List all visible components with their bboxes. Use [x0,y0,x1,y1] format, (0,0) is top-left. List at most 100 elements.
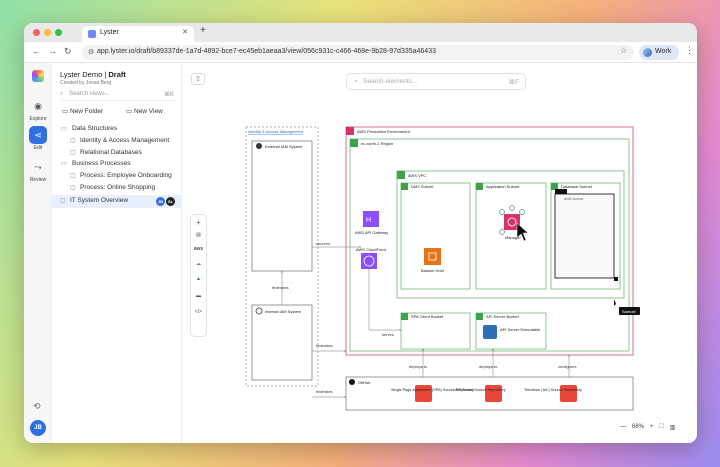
bastion-host-icon[interactable] [424,248,441,265]
architecture-diagram: Identity & Access Management External IA… [245,126,640,411]
edge-label: federates [316,343,333,348]
back-icon[interactable]: ← [32,46,41,56]
sidebar-actions: ▭ New Folder ▭ New View [60,107,176,119]
app-rail: ◉ Explore ⋖ Edit ⤳ Review ⟲ JB [24,63,52,443]
resize-handle[interactable] [614,277,618,281]
aws-env-label: AWS Production Environment [357,129,411,134]
new-folder-label: New Folder [69,108,104,115]
new-view-button[interactable]: ▭ New View [126,107,163,115]
aws-aurora[interactable] [554,193,615,279]
vpc-icon [397,171,405,179]
forward-icon[interactable]: → [48,46,57,56]
branch-icon: ⤳ [34,161,42,172]
dmz-subnet[interactable] [400,182,471,290]
subnet-lock-icon [551,183,558,190]
diagram-canvas[interactable]: ▯ ⌕ Search elements... ⌘F + ▤ aws ☁ ▲ ▬ … [183,63,697,443]
profile-label: Work [655,48,672,55]
tree-view-online-shopping[interactable]: ▢ Process: Online Shopping [52,183,182,194]
cloudfront-label: AWS CloudFront [356,247,387,252]
tree-view-employee-onboarding[interactable]: ▢ Process: Employee Onboarding [52,171,182,182]
collaborator-avatar: JB [156,197,165,206]
edge-label: configures [558,364,576,369]
new-view-label: New View [133,108,163,115]
region-flag-icon [350,139,358,147]
tree-item-label: Data Structures [72,125,118,132]
region-label: eu-north-1 Region [361,141,393,146]
external-iam-label: External IAM System [265,144,303,149]
edit-label: Edit [33,145,43,151]
tree-folder-data-structures[interactable]: ▭ Data Structures [52,124,182,135]
search-icon: ⌕ [60,91,64,97]
edge-label: secures [316,241,330,246]
folder-plus-icon: ▭ [62,108,69,115]
maximize-window-button[interactable] [55,29,62,36]
review-label: Review [29,177,47,183]
history-icon[interactable]: ⟲ [33,401,41,412]
address-bar-row: ← → ↻ ⚙ app.lyster.io/draft/b89337de-1a7… [24,42,697,63]
zoom-out-icon[interactable]: — [620,424,626,430]
search-views-input[interactable]: ⌕ Search views... ⌘K [60,89,176,101]
close-icon[interactable]: ✕ [182,28,188,36]
browser-menu-icon[interactable]: ⋮ [685,45,694,56]
shield-icon [256,143,262,149]
project-status: Draft [108,70,126,79]
edge-serves[interactable] [368,269,402,331]
anchor-handle[interactable] [519,209,525,215]
profile-button[interactable]: Work [639,45,679,60]
api-server-exec-icon[interactable] [483,325,497,339]
vpc-label: AWS VPC [408,173,426,178]
profile-avatar [643,48,652,57]
spa-bucket-label: SPA Client Bucket [411,314,444,319]
tree-view-it-system-overview[interactable]: ▢ IT System Overview JB SL [52,195,182,208]
share-nodes-icon: ⋖ [34,129,42,140]
minimize-window-button[interactable] [44,29,51,36]
api-repo-label: API Server Source Repository [455,388,506,392]
reload-icon[interactable]: ↻ [64,46,72,57]
anchor-handle[interactable] [499,209,505,215]
collaborator-cursor-icon [614,299,616,306]
anchor-handle[interactable] [509,205,515,211]
compass-icon: ◉ [34,100,42,111]
application-subnet-label: Application Subnet [486,184,520,189]
fit-screen-icon[interactable]: ⛶ [660,424,664,431]
anchor-handle[interactable] [499,229,505,235]
iam-group-label: Identity & Access Management [248,129,304,134]
new-folder-button[interactable]: ▭ New Folder [62,107,103,115]
api-exec-label: API Server Executable [500,327,541,332]
view-icon: ▢ [70,173,76,179]
bookmark-star-icon[interactable]: ☆ [620,46,627,55]
browser-tab[interactable]: Lyster ✕ [82,26,194,42]
cloudfront-icon[interactable] [361,253,377,269]
tree-view-iam[interactable]: ▢ Identity & Access Management [52,136,182,147]
search-views-placeholder: Search views... [69,91,110,97]
collaborator-avatar: SL [166,197,175,206]
internal-iam-system[interactable] [251,304,313,381]
tab-bar: Lyster ✕ + [24,23,697,42]
edit-button[interactable]: ⋖ [29,126,47,144]
lyster-logo-icon[interactable] [32,70,44,82]
url-field[interactable]: ⚙ app.lyster.io/draft/b89337de-1a7d-4892… [82,45,634,60]
tree-view-relational-databases[interactable]: ▢ Relational Databases [52,148,182,159]
api-glyph: H [366,217,371,224]
site-info-icon[interactable]: ⚙ [88,48,94,56]
review-button[interactable]: ⤳ [29,158,47,176]
view-icon: ▢ [60,198,66,204]
browser-window: Lyster ✕ + ← → ↻ ⚙ app.lyster.io/draft/b… [24,23,697,443]
tree-folder-business-processes[interactable]: ▭ Business Processes [52,159,182,170]
external-iam-system[interactable] [251,140,313,272]
edge-label: serves [382,332,394,337]
api-bucket-label: API Server Bucket [486,314,520,319]
map-icon[interactable]: ▥ [670,424,676,431]
tf-repo-label: Terraform (IaC) Source Repository [524,388,582,392]
explore-button[interactable]: ◉ [29,97,47,115]
selection-tag [555,189,567,194]
tab-title: Lyster [100,29,119,36]
zoom-in-icon[interactable]: + [650,424,654,430]
user-avatar[interactable]: JB [30,420,46,436]
view-icon: ▢ [70,138,76,144]
url-text: app.lyster.io/draft/b89337de-1a7d-4892-b… [97,48,436,55]
close-window-button[interactable] [33,29,40,36]
zoom-controls: — 68% + ⛶ ▥ [617,417,693,437]
zoom-level[interactable]: 68% [632,424,644,430]
new-tab-icon[interactable]: + [200,25,206,36]
